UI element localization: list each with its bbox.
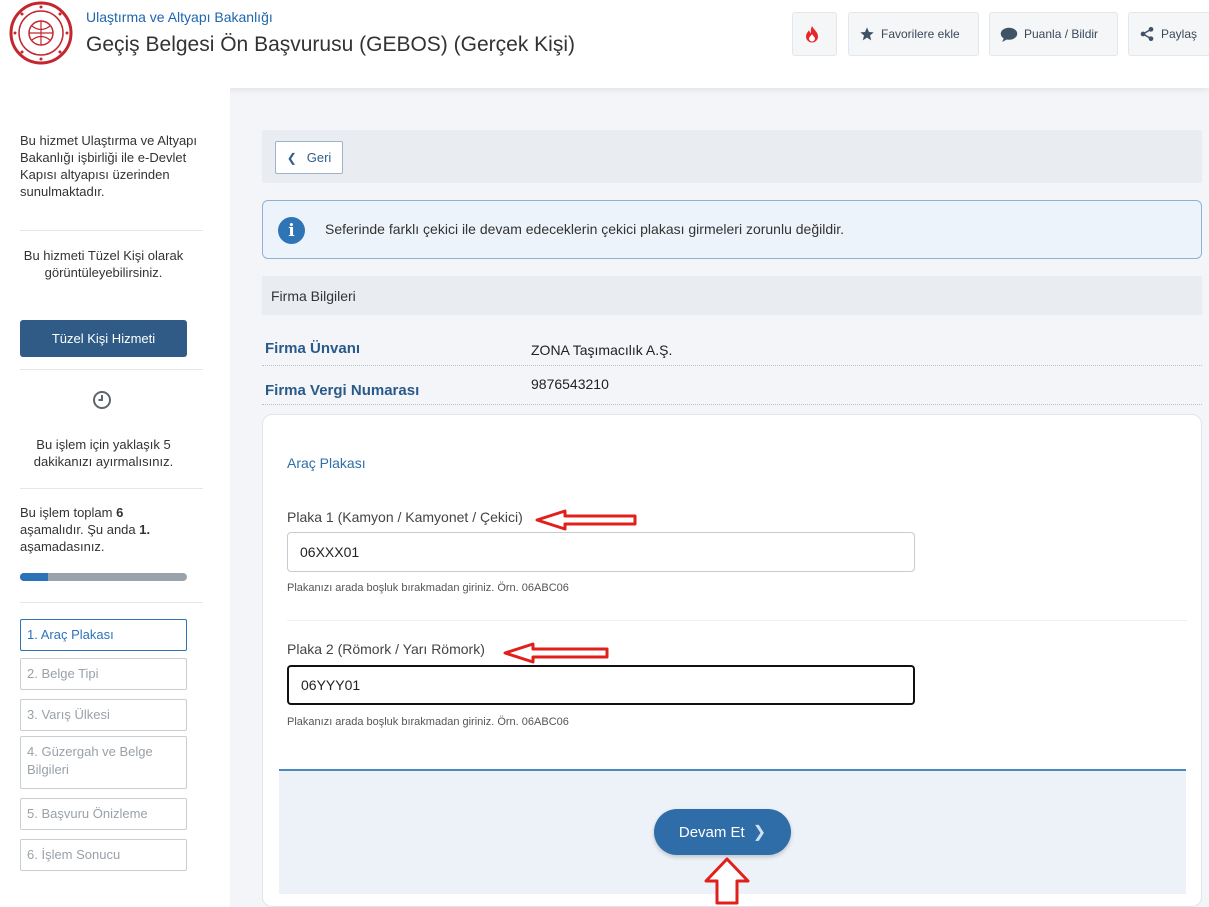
continue-label: Devam Et bbox=[678, 823, 745, 841]
firm-tax-label: Firma Vergi Numarası bbox=[265, 382, 420, 399]
info-icon: i bbox=[278, 217, 305, 244]
divider bbox=[20, 488, 203, 489]
annotation-arrow-left-icon bbox=[535, 509, 637, 531]
back-bar: ❮ Geri bbox=[262, 130, 1202, 183]
step-item[interactable]: 6. İşlem Sonucu bbox=[20, 839, 187, 871]
sidebar: Bu hizmet Ulaştırma ve Altyapı Bakanlığı… bbox=[0, 88, 230, 907]
header: Ulaştırma ve Altyapı Bakanlığı Geçiş Bel… bbox=[0, 0, 1209, 88]
back-label: Geri bbox=[306, 150, 332, 165]
rate-button[interactable]: Puanla / Bildir bbox=[989, 12, 1118, 56]
plate1-label: Plaka 1 (Kamyon / Kamyonet / Çekici) bbox=[287, 509, 523, 525]
favorite-button[interactable]: Favorilere ekle bbox=[848, 12, 979, 56]
step-item[interactable]: 1. Araç Plakası bbox=[20, 619, 187, 651]
chevron-right-icon: ❯ bbox=[752, 824, 767, 841]
tuzel-kisi-button[interactable]: Tüzel Kişi Hizmeti bbox=[20, 320, 187, 357]
ministry-logo[interactable] bbox=[8, 0, 74, 66]
comment-icon bbox=[1000, 27, 1018, 42]
divider bbox=[20, 602, 203, 603]
step-item[interactable]: 2. Belge Tipi bbox=[20, 658, 187, 690]
ministry-name[interactable]: Ulaştırma ve Altyapı Bakanlığı bbox=[86, 9, 273, 25]
firm-name-label: Firma Ünvanı bbox=[265, 340, 361, 357]
info-text: Seferinde farklı çekici ile devam edecek… bbox=[325, 221, 845, 237]
stage-progress-bar bbox=[20, 573, 187, 581]
firm-section-header: Firma Bilgileri bbox=[262, 276, 1202, 315]
stage-progress-fill bbox=[20, 573, 49, 581]
step-item[interactable]: 4. Güzergah ve Belge Bilgileri bbox=[20, 736, 187, 789]
share-label: Paylaş bbox=[1161, 27, 1198, 41]
service-about-text: Bu hizmet Ulaştırma ve Altyapı Bakanlığı… bbox=[20, 133, 198, 199]
plate1-input[interactable] bbox=[287, 532, 915, 572]
plate-form-card: Araç Plakası Plaka 1 (Kamyon / Kamyonet … bbox=[262, 414, 1202, 907]
row-divider bbox=[262, 365, 1202, 366]
share-button[interactable]: Paylaş bbox=[1128, 12, 1209, 56]
clock-icon bbox=[93, 391, 111, 409]
plate1-hint: Plakanızı arada boşluk bırakmadan girini… bbox=[287, 582, 569, 594]
rate-label: Puanla / Bildir bbox=[1024, 27, 1099, 41]
plate2-hint: Plakanızı arada boşluk bırakmadan girini… bbox=[287, 716, 569, 728]
popular-button[interactable] bbox=[792, 12, 837, 56]
back-button[interactable]: ❮ Geri bbox=[275, 141, 343, 174]
tuzel-info-text: Bu hizmeti Tüzel Kişi olarak görüntüleye… bbox=[23, 248, 184, 280]
plate2-input[interactable] bbox=[287, 665, 915, 705]
step-item[interactable]: 3. Varış Ülkesi bbox=[20, 699, 187, 731]
divider bbox=[20, 369, 203, 370]
favorite-label: Favorilere ekle bbox=[881, 27, 960, 41]
plate-section-title: Araç Plakası bbox=[287, 455, 366, 471]
step-item[interactable]: 5. Başvuru Önizleme bbox=[20, 798, 187, 830]
chevron-left-icon: ❮ bbox=[286, 150, 297, 165]
divider bbox=[20, 230, 203, 231]
row-divider bbox=[262, 404, 1202, 405]
annotation-arrow-left-icon bbox=[503, 642, 609, 664]
flame-icon bbox=[805, 26, 818, 43]
field-divider bbox=[287, 620, 1187, 621]
annotation-arrow-up-icon bbox=[704, 857, 750, 905]
time-info-text: Bu işlem için yaklaşık 5 dakikanızı ayır… bbox=[33, 437, 174, 469]
page-title: Geçiş Belgesi Ön Başvurusu (GEBOS) (Gerç… bbox=[86, 33, 575, 56]
continue-button[interactable]: Devam Et ❯ bbox=[654, 809, 791, 855]
firm-name-value: ZONA Taşımacılık A.Ş. bbox=[531, 342, 673, 358]
star-icon bbox=[860, 27, 874, 41]
firm-tax-value: 9876543210 bbox=[531, 376, 609, 392]
info-alert: i Seferinde farklı çekici ile devam edec… bbox=[262, 200, 1202, 259]
share-icon bbox=[1140, 27, 1154, 41]
plate2-label: Plaka 2 (Römork / Yarı Römork) bbox=[287, 641, 485, 657]
stage-info-text: Bu işlem toplam 6 aşamalıdır. Şu anda 1.… bbox=[20, 505, 151, 554]
